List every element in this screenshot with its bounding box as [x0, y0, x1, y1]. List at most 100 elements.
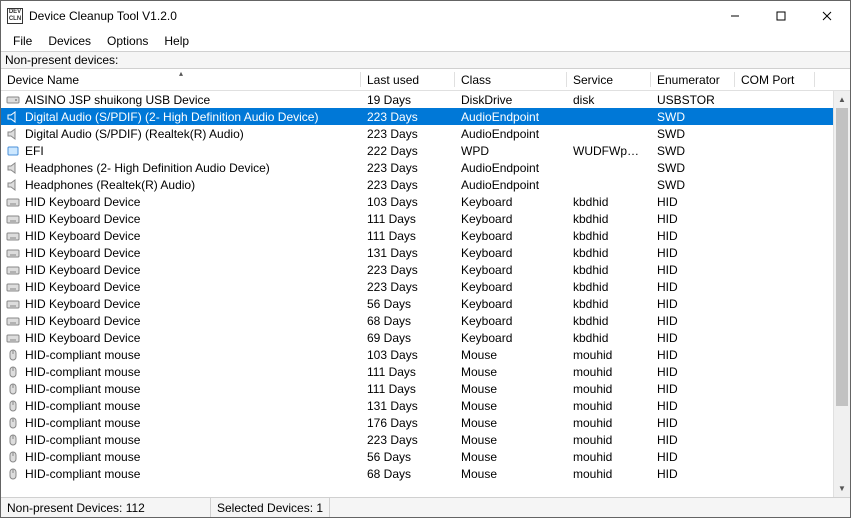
device-service: disk: [567, 93, 651, 107]
device-name: HID Keyboard Device: [25, 314, 140, 328]
table-row[interactable]: HID Keyboard Device69 DaysKeyboardkbdhid…: [1, 329, 833, 346]
device-service: kbdhid: [567, 246, 651, 260]
keyboard-icon: [5, 297, 21, 311]
device-class: Keyboard: [455, 229, 567, 243]
close-button[interactable]: [804, 1, 850, 31]
keyboard-icon: [5, 195, 21, 209]
device-enumerator: HID: [651, 450, 735, 464]
device-name: HID-compliant mouse: [25, 365, 140, 379]
device-name: Digital Audio (S/PDIF) (Realtek(R) Audio…: [25, 127, 244, 141]
table-row[interactable]: HID-compliant mouse111 DaysMousemouhidHI…: [1, 363, 833, 380]
table-row[interactable]: HID Keyboard Device111 DaysKeyboardkbdhi…: [1, 210, 833, 227]
device-last-used: 223 Days: [361, 178, 455, 192]
device-service: mouhid: [567, 450, 651, 464]
column-header-service[interactable]: Service: [567, 69, 651, 90]
device-class: Keyboard: [455, 314, 567, 328]
device-enumerator: HID: [651, 314, 735, 328]
device-class: Mouse: [455, 450, 567, 464]
table-row[interactable]: HID-compliant mouse131 DaysMousemouhidHI…: [1, 397, 833, 414]
device-class: AudioEndpoint: [455, 178, 567, 192]
table-row[interactable]: HID Keyboard Device103 DaysKeyboardkbdhi…: [1, 193, 833, 210]
app-window: DEV CLN Device Cleanup Tool V1.2.0 FileD…: [0, 0, 851, 518]
table-row[interactable]: HID Keyboard Device223 DaysKeyboardkbdhi…: [1, 261, 833, 278]
menu-item-devices[interactable]: Devices: [40, 32, 99, 50]
device-name: Headphones (Realtek(R) Audio): [25, 178, 195, 192]
keyboard-icon: [5, 246, 21, 260]
table-row[interactable]: HID Keyboard Device131 DaysKeyboardkbdhi…: [1, 244, 833, 261]
menu-item-options[interactable]: Options: [99, 32, 156, 50]
menubar: FileDevicesOptionsHelp: [1, 31, 850, 51]
menu-item-file[interactable]: File: [5, 32, 40, 50]
vertical-scrollbar[interactable]: ▲ ▼: [833, 91, 850, 497]
table-row[interactable]: HID Keyboard Device111 DaysKeyboardkbdhi…: [1, 227, 833, 244]
scrollbar-thumb[interactable]: [836, 108, 848, 406]
device-enumerator: HID: [651, 348, 735, 362]
generic-device-icon: [5, 144, 21, 158]
table-row[interactable]: AISINO JSP shuikong USB Device 19 DaysDis…: [1, 91, 833, 108]
device-name: AISINO JSP shuikong USB Device: [25, 93, 210, 107]
table-row[interactable]: HID-compliant mouse68 DaysMousemouhidHID: [1, 465, 833, 482]
table-row[interactable]: HID-compliant mouse103 DaysMousemouhidHI…: [1, 346, 833, 363]
table-row[interactable]: HID Keyboard Device223 DaysKeyboardkbdhi…: [1, 278, 833, 295]
device-last-used: 222 Days: [361, 144, 455, 158]
device-last-used: 19 Days: [361, 93, 455, 107]
device-name: HID-compliant mouse: [25, 450, 140, 464]
table-row[interactable]: Headphones (2- High Definition Audio Dev…: [1, 159, 833, 176]
device-name: HID Keyboard Device: [25, 263, 140, 277]
table-row[interactable]: Digital Audio (S/PDIF) (2- High Definiti…: [1, 108, 833, 125]
column-header-last-used[interactable]: Last used: [361, 69, 455, 90]
table-row[interactable]: HID-compliant mouse111 DaysMousemouhidHI…: [1, 380, 833, 397]
mouse-icon: [5, 348, 21, 362]
table-row[interactable]: HID Keyboard Device68 DaysKeyboardkbdhid…: [1, 312, 833, 329]
scrollbar-track[interactable]: [834, 108, 850, 480]
device-enumerator: HID: [651, 195, 735, 209]
device-last-used: 131 Days: [361, 399, 455, 413]
device-class: Keyboard: [455, 263, 567, 277]
table-row[interactable]: HID Keyboard Device56 DaysKeyboardkbdhid…: [1, 295, 833, 312]
maximize-button[interactable]: [758, 1, 804, 31]
device-service: kbdhid: [567, 280, 651, 294]
device-enumerator: SWD: [651, 110, 735, 124]
device-class: DiskDrive: [455, 93, 567, 107]
column-header-com-port[interactable]: COM Port: [735, 69, 815, 90]
subheader-label: Non-present devices:: [5, 53, 118, 67]
device-name: HID Keyboard Device: [25, 195, 140, 209]
table-row[interactable]: Headphones (Realtek(R) Audio) 223 DaysAud…: [1, 176, 833, 193]
device-name: EFI: [25, 144, 44, 158]
window-controls: [712, 1, 850, 31]
device-enumerator: HID: [651, 467, 735, 481]
device-last-used: 111 Days: [361, 229, 455, 243]
column-header-class[interactable]: Class: [455, 69, 567, 90]
device-class: Mouse: [455, 348, 567, 362]
device-last-used: 103 Days: [361, 195, 455, 209]
scroll-down-button[interactable]: ▼: [834, 480, 850, 497]
menu-item-help[interactable]: Help: [156, 32, 197, 50]
device-class: Keyboard: [455, 280, 567, 294]
table-row[interactable]: HID-compliant mouse176 DaysMousemouhidHI…: [1, 414, 833, 431]
device-enumerator: HID: [651, 331, 735, 345]
device-last-used: 223 Days: [361, 161, 455, 175]
table-row[interactable]: HID-compliant mouse223 DaysMousemouhidHI…: [1, 431, 833, 448]
table-row[interactable]: HID-compliant mouse56 DaysMousemouhidHID: [1, 448, 833, 465]
table-row[interactable]: EFI222 DaysWPDWUDFWpdFsSWD: [1, 142, 833, 159]
column-header-enumerator[interactable]: Enumerator: [651, 69, 735, 90]
minimize-button[interactable]: [712, 1, 758, 31]
device-class: Mouse: [455, 467, 567, 481]
mouse-icon: [5, 450, 21, 464]
device-enumerator: HID: [651, 212, 735, 226]
scroll-up-button[interactable]: ▲: [834, 91, 850, 108]
keyboard-icon: [5, 280, 21, 294]
device-service: kbdhid: [567, 195, 651, 209]
keyboard-icon: [5, 331, 21, 345]
column-header-name[interactable]: Device Name ▴: [1, 69, 361, 90]
device-enumerator: HID: [651, 280, 735, 294]
device-enumerator: SWD: [651, 178, 735, 192]
mouse-icon: [5, 382, 21, 396]
device-last-used: 223 Days: [361, 110, 455, 124]
device-enumerator: HID: [651, 416, 735, 430]
device-enumerator: HID: [651, 229, 735, 243]
device-name: HID Keyboard Device: [25, 229, 140, 243]
device-service: kbdhid: [567, 212, 651, 226]
table-row[interactable]: Digital Audio (S/PDIF) (Realtek(R) Audio…: [1, 125, 833, 142]
device-enumerator: HID: [651, 263, 735, 277]
